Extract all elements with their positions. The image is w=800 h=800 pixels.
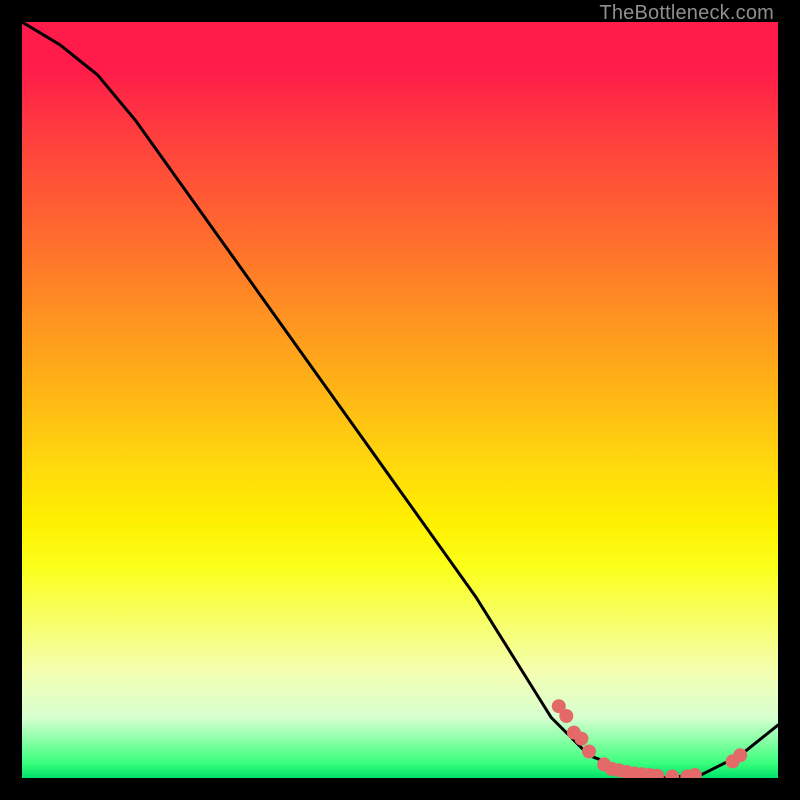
data-marker <box>559 709 573 723</box>
line-plot-svg <box>22 22 778 778</box>
plot-area <box>22 22 778 778</box>
chart-frame: TheBottleneck.com <box>0 0 800 800</box>
bottleneck-curve <box>22 22 778 778</box>
data-marker <box>582 745 596 759</box>
data-marker <box>688 768 702 778</box>
data-marker <box>665 770 679 779</box>
data-marker <box>574 732 588 746</box>
watermark-text: TheBottleneck.com <box>599 2 774 25</box>
data-marker <box>733 748 747 762</box>
